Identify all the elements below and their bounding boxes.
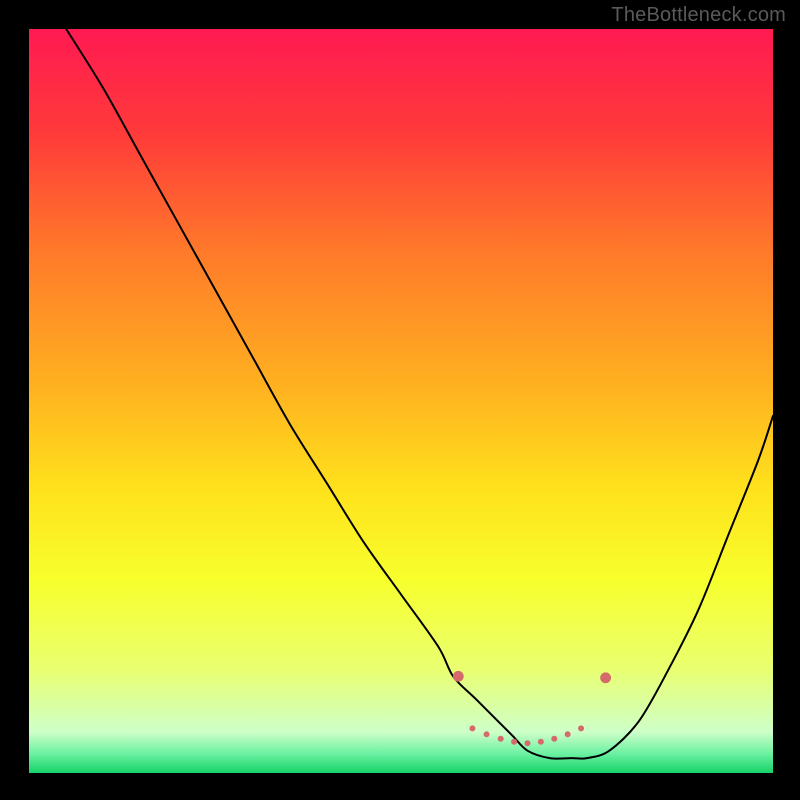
marker-point — [453, 671, 464, 682]
bottleneck-chart — [29, 29, 773, 773]
chart-stage: TheBottleneck.com — [0, 0, 800, 800]
marker-point — [565, 731, 571, 737]
marker-point — [538, 739, 544, 745]
marker-point — [551, 736, 557, 742]
marker-point — [600, 672, 611, 683]
marker-point — [484, 731, 490, 737]
gradient-background — [29, 29, 773, 773]
marker-point — [524, 740, 530, 746]
marker-point — [469, 725, 475, 731]
marker-point — [498, 736, 504, 742]
marker-point — [578, 725, 584, 731]
plot-area — [28, 28, 774, 774]
watermark-text: TheBottleneck.com — [611, 4, 786, 27]
marker-point — [511, 739, 517, 745]
